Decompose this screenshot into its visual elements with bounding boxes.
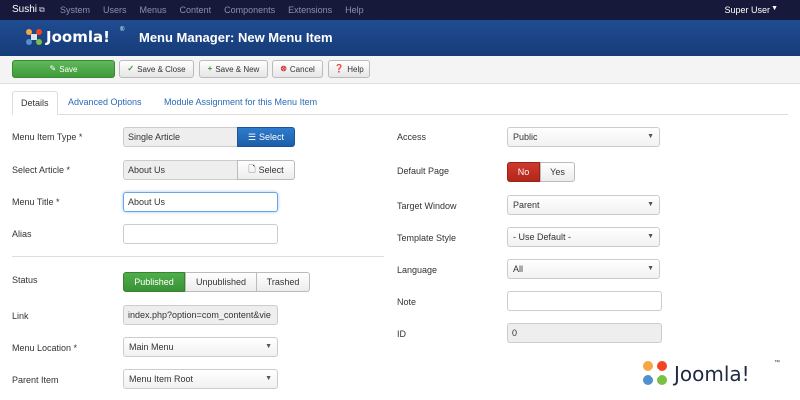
tab-bar: Details Advanced Options Module Assignme… [12,91,788,115]
chevron-down-icon: ▼ [265,375,272,382]
save-label: Save [59,64,78,74]
access-select[interactable]: Public ▼ [507,127,660,147]
note-label: Note [397,297,417,307]
status-published-button[interactable]: Published [123,272,185,292]
default-page-yes-button[interactable]: Yes [540,162,575,182]
menu-system[interactable]: System [60,5,90,15]
menu-location-value: Main Menu [129,342,174,352]
page-header: Joomla! ® Menu Manager: New Menu Item [0,20,800,56]
menu-title-input[interactable]: About Us [123,192,278,212]
menu-item-type-select-button[interactable]: ☰ Select [237,127,295,147]
alias-input[interactable] [123,224,278,244]
admin-top-nav: Sushi ⧉ System Users Menus Content Compon… [0,0,800,20]
cancel-circle-icon: ⊗ [280,64,287,73]
parent-item-value: Menu Item Root [129,374,194,384]
chevron-down-icon: ▼ [647,133,654,140]
caret-down-icon[interactable]: ▼ [771,5,778,12]
watermark-text: Joomla! [674,362,750,386]
site-link[interactable]: Sushi ⧉ [12,4,45,15]
save-close-button[interactable]: ✓ Save & Close [119,60,194,78]
link-label: Link [12,311,29,321]
toolbar: ✎ Save ✓ Save & Close + Save & New ⊗ Can… [0,56,800,84]
save-new-button[interactable]: + Save & New [199,60,268,78]
menu-item-type-field: Single Article [123,127,238,147]
help-circle-icon: ❓ [334,64,345,73]
tab-advanced-options[interactable]: Advanced Options [68,91,142,115]
chevron-down-icon: ▼ [647,233,654,240]
cancel-button[interactable]: ⊗ Cancel [272,60,323,78]
select-article-label: Select Article * [12,165,71,175]
access-label: Access [397,132,427,142]
id-field: 0 [507,323,662,343]
menu-components[interactable]: Components [224,5,275,15]
help-label: Help [347,64,364,74]
select-article-button[interactable]: 🗋 Select [237,160,295,180]
cancel-label: Cancel [289,64,315,74]
edit-icon: ✎ [49,64,57,73]
language-label: Language [397,265,438,275]
joomla-logo-icon [26,29,42,45]
header-logo-text: Joomla! [46,28,110,46]
chevron-down-icon: ▼ [265,343,272,350]
default-page-label: Default Page [397,166,450,176]
section-divider [12,256,384,257]
select-article-field: About Us [123,160,238,180]
template-style-label: Template Style [397,233,457,243]
template-style-select[interactable]: - Use Default - ▼ [507,227,660,247]
link-field: index.php?option=com_content&vie [123,305,278,325]
menu-location-label: Menu Location * [12,343,78,353]
select-article-button-label: Select [258,165,284,175]
chevron-down-icon: ▼ [647,265,654,272]
language-value: All [513,264,524,274]
joomla-watermark-icon [643,361,667,385]
menu-menus[interactable]: Menus [140,5,167,15]
status-trashed-button[interactable]: Trashed [256,272,310,292]
menu-location-select[interactable]: Main Menu ▼ [123,337,278,357]
help-button[interactable]: ❓ Help [328,60,370,78]
menu-help[interactable]: Help [345,5,364,15]
language-select[interactable]: All ▼ [507,259,660,279]
menu-item-type-label: Menu Item Type * [12,132,83,142]
page-title: Menu Manager: New Menu Item [139,30,333,45]
note-input[interactable] [507,291,662,311]
menu-title-label: Menu Title * [12,197,60,207]
access-value: Public [513,132,538,142]
chevron-down-icon: ▼ [647,201,654,208]
tab-module-assignment[interactable]: Module Assignment for this Menu Item [164,91,317,115]
target-window-label: Target Window [397,201,457,211]
save-new-label: Save & New [215,64,260,74]
status-unpublished-button[interactable]: Unpublished [185,272,257,292]
select-label: Select [259,132,285,142]
admin-menu: System Users Menus Content Components Ex… [60,5,364,15]
header-trademark: ® [120,27,125,33]
user-menu[interactable]: Super User [724,5,770,15]
save-button[interactable]: ✎ Save [12,60,115,78]
tab-details[interactable]: Details [12,91,58,115]
plus-icon: + [207,64,213,73]
alias-label: Alias [12,229,32,239]
parent-item-label: Parent Item [12,375,59,385]
menu-content[interactable]: Content [180,5,212,15]
watermark-trademark: ™ [774,360,780,366]
target-window-select[interactable]: Parent ▼ [507,195,660,215]
parent-item-select[interactable]: Menu Item Root ▼ [123,369,278,389]
id-label: ID [397,329,406,339]
site-name[interactable]: Sushi [12,4,37,15]
external-link-icon: ⧉ [39,5,45,14]
file-icon: 🗋 [248,164,256,174]
default-page-no-button[interactable]: No [507,162,540,182]
menu-users[interactable]: Users [103,5,127,15]
template-style-value: - Use Default - [513,232,572,242]
status-label: Status [12,275,38,285]
list-icon: ☰ [247,131,257,142]
menu-extensions[interactable]: Extensions [288,5,332,15]
save-close-label: Save & Close [137,64,186,74]
check-icon: ✓ [127,64,135,73]
target-window-value: Parent [513,200,540,210]
